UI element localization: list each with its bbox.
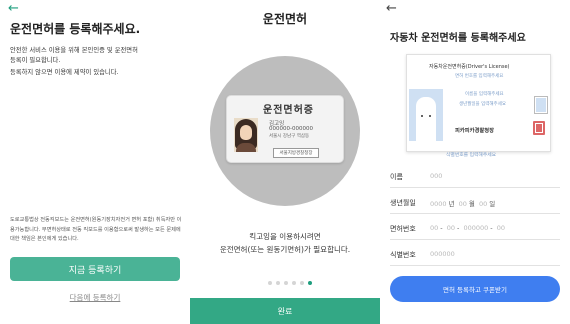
alpaca-photo bbox=[409, 89, 443, 141]
unit-month: 월 bbox=[468, 200, 475, 208]
eye-shape bbox=[429, 115, 431, 117]
hint-birth: 생년월일을 입력해주세요 bbox=[459, 102, 506, 107]
license-agency: 피카피카경찰청장 bbox=[455, 128, 494, 134]
page-title: 운전면허 bbox=[262, 12, 308, 26]
license-card-illustration: 운전면허증 김고잉 000000-000000 서울시 강남구 역삼동 서울지방… bbox=[226, 95, 344, 163]
face-shape bbox=[240, 125, 252, 140]
unit-day: 일 bbox=[489, 200, 496, 208]
license-number-field[interactable]: 면허번호 00- 00- 000000- 00 bbox=[390, 218, 560, 240]
dash: - bbox=[457, 224, 460, 232]
warning-text: 등록하지 않으면 이용에 제약이 있습니다. bbox=[10, 69, 119, 76]
message-line: 킥고잉을 이용하시려면 bbox=[249, 232, 321, 241]
name-label: 이름 bbox=[390, 173, 403, 181]
license-part: 00 bbox=[446, 224, 455, 232]
screen-license-form: ← 자동차 운전면허를 등록해주세요 자동차운전면허증(Driver's Lic… bbox=[380, 0, 570, 324]
portrait-photo bbox=[234, 118, 258, 152]
register-later-link[interactable]: 다음에 등록하기 bbox=[0, 292, 190, 303]
eye-shape bbox=[421, 115, 423, 117]
back-arrow-icon[interactable]: ← bbox=[386, 2, 397, 15]
card-number: 000000-000000 bbox=[269, 126, 313, 132]
page-title: 자동차 운전면허를 등록해주세요 bbox=[390, 33, 526, 44]
mini-photo bbox=[534, 96, 548, 114]
message-line: 운전면허(또는 원동기면허)가 필요합니다. bbox=[219, 245, 351, 254]
page-dot bbox=[268, 281, 272, 285]
hint-serial: 식별번호를 입력해주세요 bbox=[446, 153, 497, 158]
register-now-button[interactable]: 지금 등록하기 bbox=[10, 257, 180, 281]
seal-icon bbox=[533, 121, 545, 135]
done-button[interactable]: 완료 bbox=[190, 298, 380, 324]
license-part: 00 bbox=[430, 224, 439, 232]
register-license-button[interactable]: 면허 등록하고 쿠폰받기 bbox=[390, 276, 560, 302]
birth-field[interactable]: 생년월일 0000 년 00 월 00 일 bbox=[390, 192, 560, 214]
card-agency: 서울지방경찰청장 bbox=[273, 148, 319, 158]
page-indicator bbox=[268, 281, 312, 285]
description: 안전한 서비스 이용을 위해 본인인증 및 운전면허 등록이 필요합니다. bbox=[10, 46, 180, 65]
dash: - bbox=[440, 224, 443, 232]
page-dot bbox=[300, 281, 304, 285]
description-line: 등록이 필요합니다. bbox=[10, 56, 61, 64]
unit-year: 년 bbox=[448, 200, 455, 208]
license-number-label: 면허번호 bbox=[390, 225, 416, 233]
birth-year: 0000 bbox=[430, 200, 447, 208]
screen-license-onboarding: 운전면허 운전면허증 김고잉 000000-000000 서울시 강남구 역삼동… bbox=[190, 0, 380, 324]
page-dot bbox=[284, 281, 288, 285]
license-guide-image: 자동차운전면허증(Driver's License) 면허 번호를 입력해주세요… bbox=[406, 54, 551, 152]
card-address: 서울시 강남구 역삼동 bbox=[269, 134, 310, 139]
ear-shape bbox=[430, 101, 435, 109]
birth-day: 00 bbox=[478, 200, 488, 208]
name-field[interactable]: 이름 000 bbox=[390, 166, 560, 188]
page-dot-active bbox=[308, 281, 312, 285]
ear-shape bbox=[417, 101, 422, 109]
back-arrow-icon[interactable]: ← bbox=[8, 2, 19, 15]
requirement-message: 킥고잉을 이용하시려면 운전면허(또는 원동기면허)가 필요합니다. bbox=[190, 230, 380, 256]
hint-name: 이름을 입력해주세요 bbox=[465, 92, 504, 97]
birth-input[interactable]: 0000 년 00 월 00 일 bbox=[430, 198, 497, 208]
license-heading: 자동차운전면허증(Driver's License) bbox=[429, 64, 510, 70]
license-number-input[interactable]: 00- 00- 000000- 00 bbox=[430, 224, 505, 232]
page-dot bbox=[292, 281, 296, 285]
hint-license-number: 면허 번호를 입력해주세요 bbox=[455, 74, 504, 79]
dash: - bbox=[490, 224, 493, 232]
alpaca-shape bbox=[416, 97, 436, 141]
page-title: 운전면허를 등록해주세요. bbox=[10, 22, 141, 36]
serial-input[interactable]: 000000 bbox=[430, 250, 455, 258]
description-line: 안전한 서비스 이용을 위해 본인인증 및 운전면허 bbox=[10, 47, 138, 54]
serial-label: 식별번호 bbox=[390, 251, 416, 259]
serial-field[interactable]: 식별번호 000000 bbox=[390, 244, 560, 266]
license-part: 000000 bbox=[463, 224, 489, 232]
birth-month: 00 bbox=[458, 200, 467, 208]
name-input[interactable]: 000 bbox=[430, 172, 442, 180]
license-part: 00 bbox=[496, 224, 505, 232]
screen-license-intro: ← 운전면허를 등록해주세요. 안전한 서비스 이용을 위해 본인인증 및 운전… bbox=[0, 0, 190, 324]
legal-notice: 도로교통법상 전동킥보드는 운전면허(원동기장치자전거 면허 포함) 취득자만 … bbox=[10, 217, 182, 242]
birth-label: 생년월일 bbox=[390, 199, 416, 207]
body-shape bbox=[236, 143, 256, 152]
card-title: 운전면허증 bbox=[263, 105, 314, 116]
page-dot bbox=[276, 281, 280, 285]
